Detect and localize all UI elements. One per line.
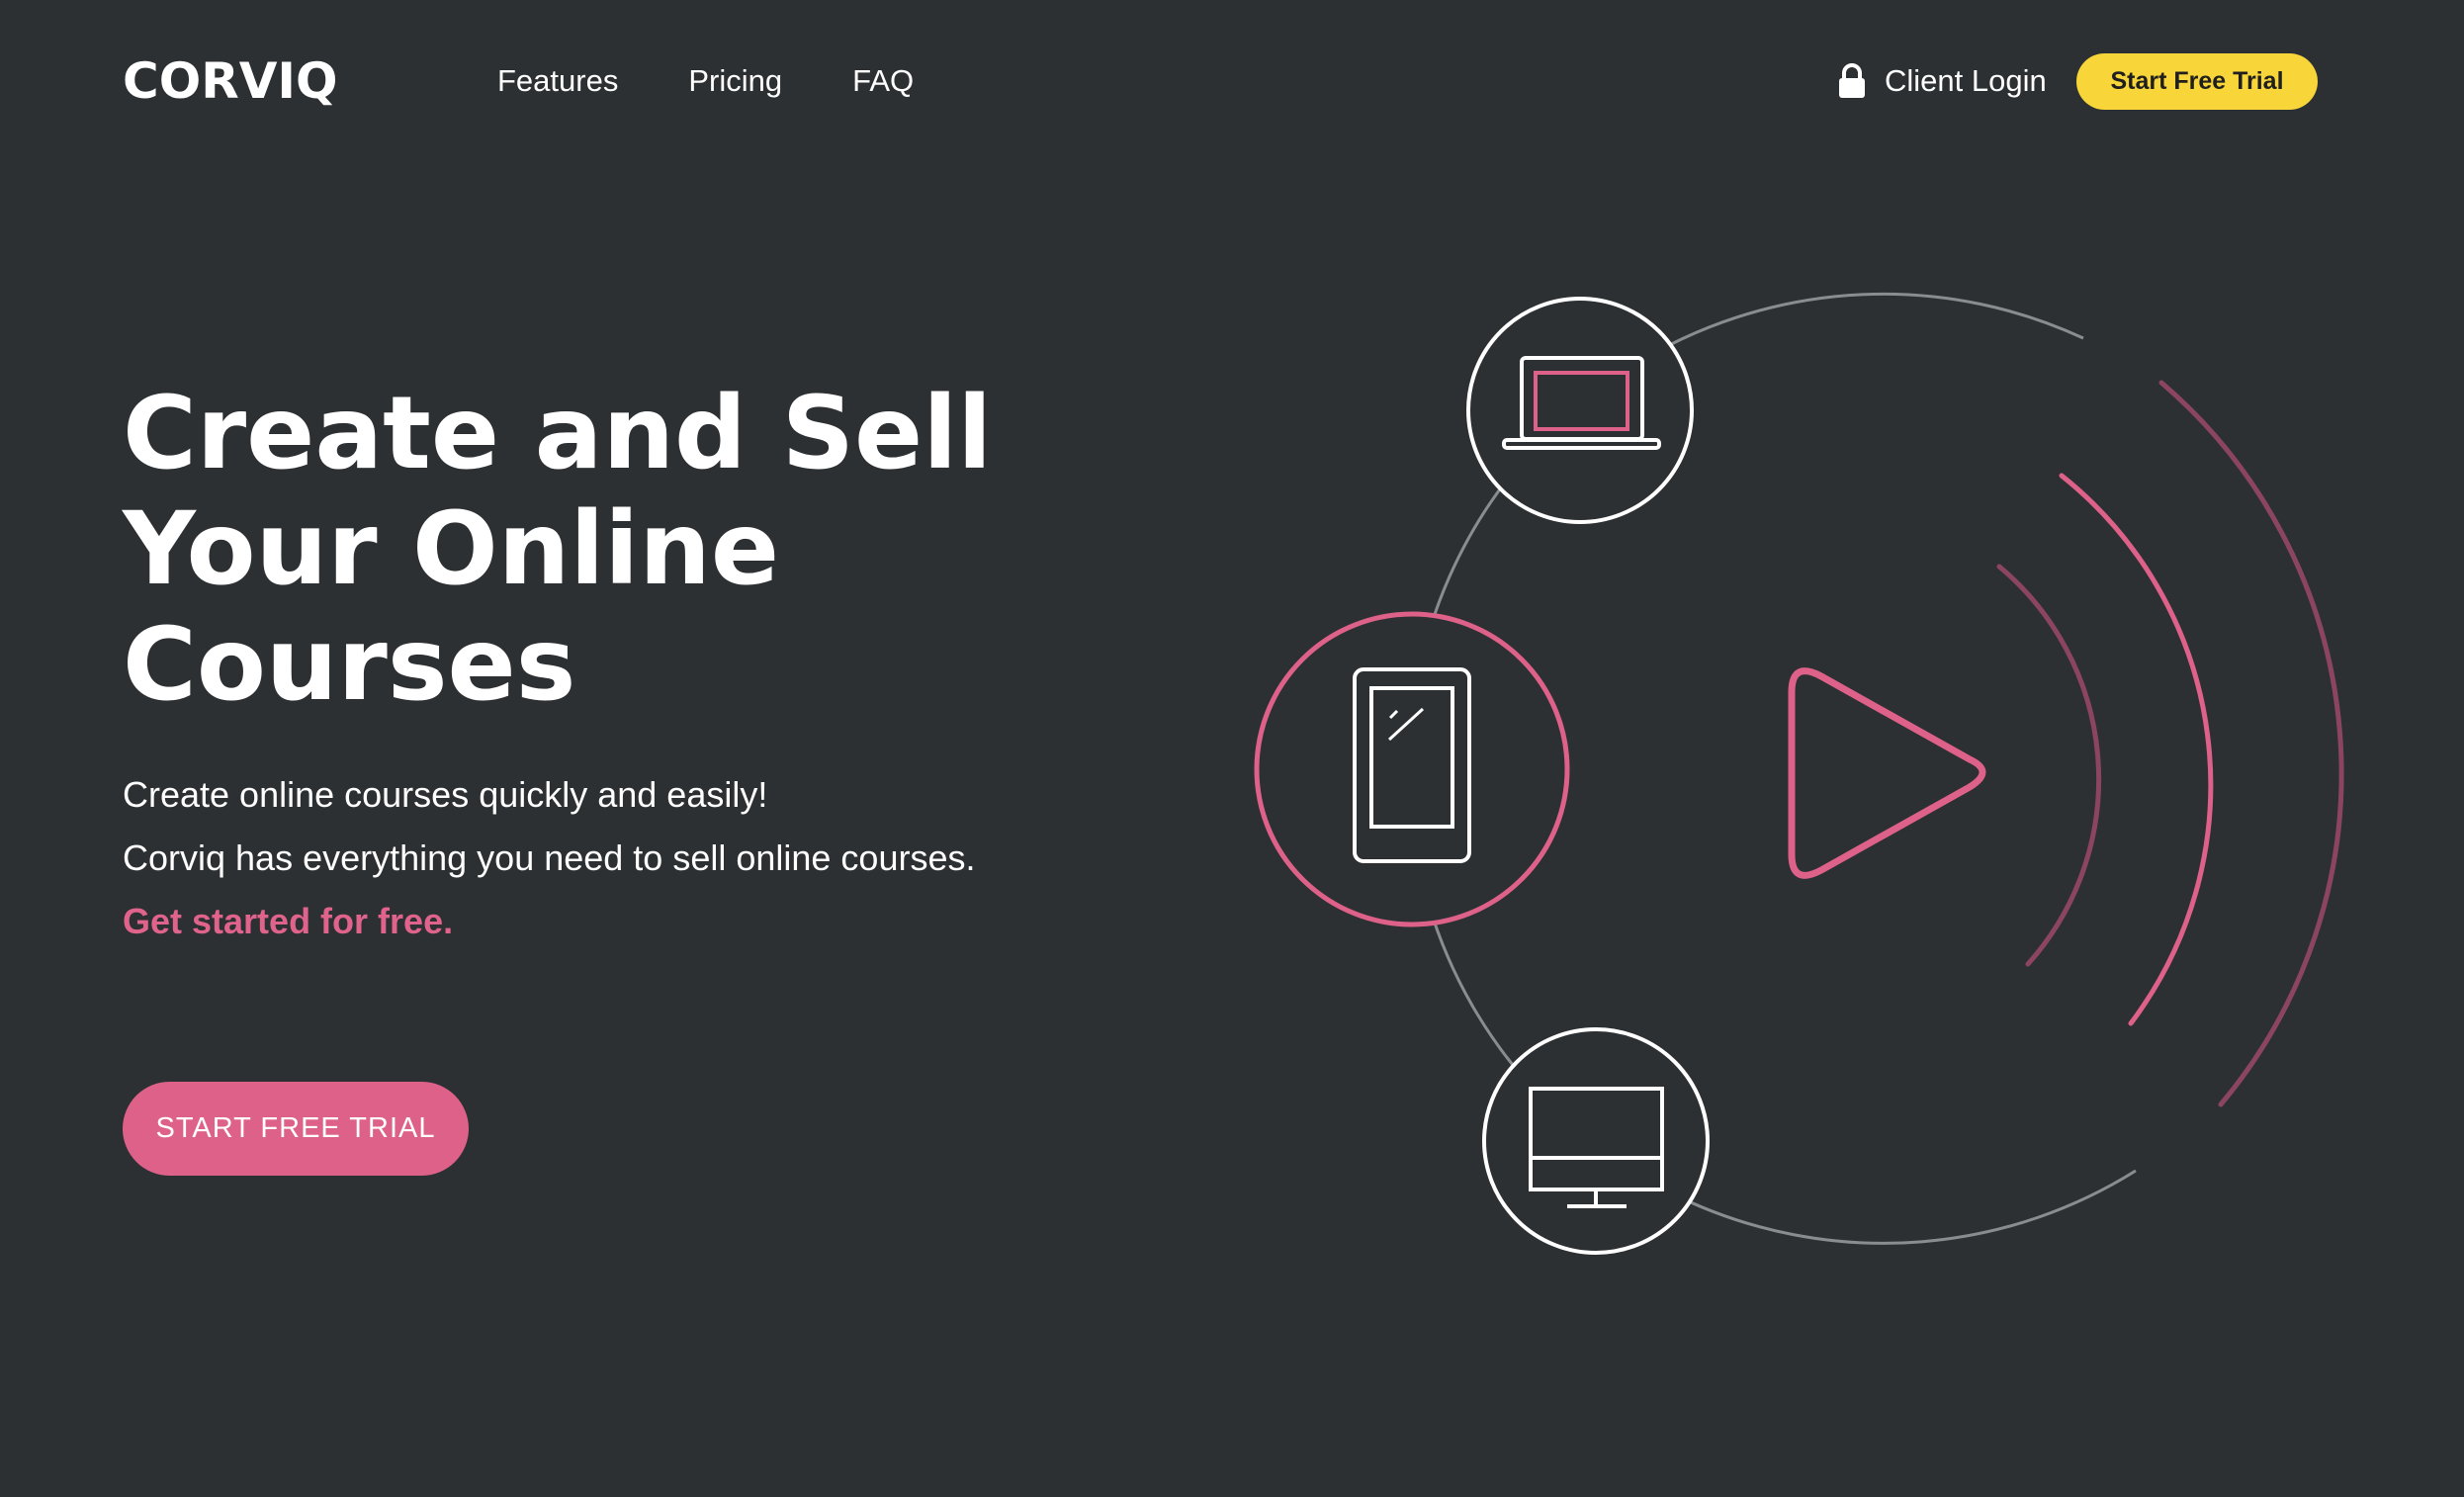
lock-icon: [1839, 63, 1865, 98]
nav-link-faq[interactable]: FAQ: [852, 63, 914, 99]
hero-title-line: Create and Sell: [123, 375, 993, 492]
hero-start-trial-button[interactable]: START FREE TRIAL: [123, 1082, 469, 1176]
play-icon: [1788, 667, 1986, 879]
hero-title-line: Courses: [123, 606, 576, 724]
brand-logo[interactable]: CORVIQ: [123, 51, 338, 111]
hero-title: Create and Sell Your Online Courses: [123, 376, 1111, 723]
top-navigation: CORVIQ Features Pricing FAQ Client Login…: [0, 0, 2464, 164]
client-login-label: Client Login: [1885, 63, 2047, 98]
monitor-icon: [1482, 1027, 1710, 1255]
client-login-link[interactable]: Client Login: [1837, 51, 2047, 111]
signal-arc-medium: [2059, 473, 2214, 1026]
nav-link-pricing[interactable]: Pricing: [688, 63, 782, 99]
header-start-trial-button[interactable]: Start Free Trial: [2076, 53, 2318, 110]
signal-arc-small: [1996, 564, 2102, 967]
hero-accent-line: Get started for free.: [123, 901, 454, 941]
hero-description-line: Corviq has everything you need to sell o…: [123, 837, 976, 878]
tablet-icon: [1254, 611, 1570, 927]
hero-description: Create online courses quickly and easily…: [123, 763, 1111, 953]
signal-arc-large: [2158, 380, 2344, 1107]
landing-page: CORVIQ Features Pricing FAQ Client Login…: [0, 0, 2464, 1497]
hero-description-line: Create online courses quickly and easily…: [123, 774, 768, 815]
hero-title-line: Your Online: [123, 490, 780, 608]
main-nav: Features Pricing FAQ: [497, 51, 984, 111]
hero-illustration: [1254, 292, 2344, 1255]
laptop-icon: [1466, 297, 1694, 524]
nav-link-features[interactable]: Features: [497, 63, 618, 99]
brand-logo-text: CORVIQ: [123, 52, 338, 110]
